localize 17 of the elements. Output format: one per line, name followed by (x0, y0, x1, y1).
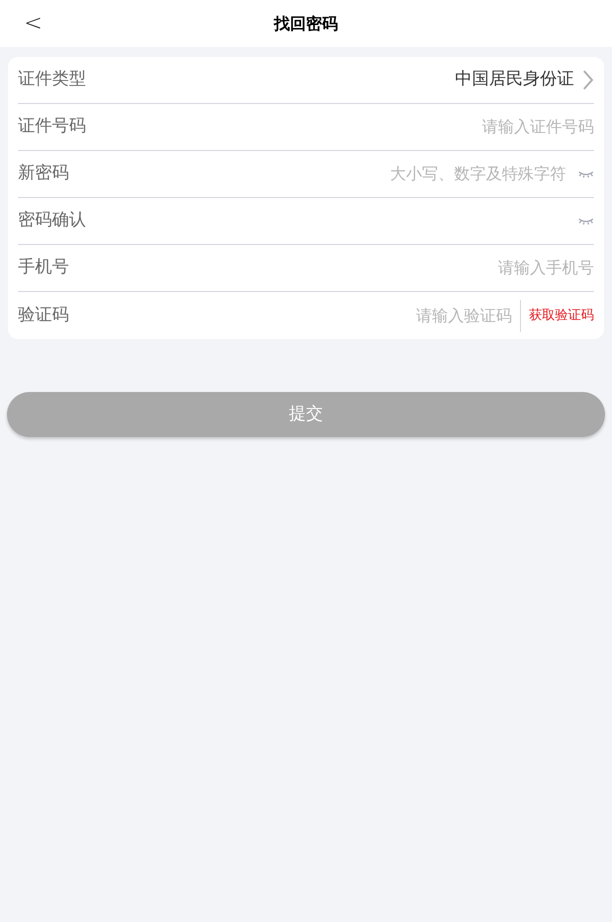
hidden-eye-icon[interactable] (578, 216, 594, 226)
page-title: 找回密码 (274, 12, 338, 34)
text-field[interactable]: 请输入手机号 (294, 256, 594, 280)
id-type-value[interactable]: 中国居民身份证 (455, 67, 574, 93)
field-label: 密码确认 (18, 209, 86, 232)
field-label: 证件类型 (18, 68, 86, 92)
password-field[interactable]: 大小写、数字及特殊字符 (306, 162, 566, 186)
field-label: 手机号 (18, 256, 69, 280)
text-field[interactable]: 请输入证件号码 (294, 115, 594, 139)
code-field[interactable]: 请输入验证码 (320, 304, 520, 328)
field-label: 验证码 (18, 304, 69, 327)
field-label: 证件号码 (18, 115, 86, 138)
back-button[interactable]: < (24, 7, 42, 40)
hidden-eye-icon[interactable] (578, 169, 594, 179)
field-label: 新密码 (18, 162, 69, 186)
get-code-link[interactable]: 获取验证码 (521, 306, 594, 326)
chevron-right-icon (582, 69, 594, 91)
